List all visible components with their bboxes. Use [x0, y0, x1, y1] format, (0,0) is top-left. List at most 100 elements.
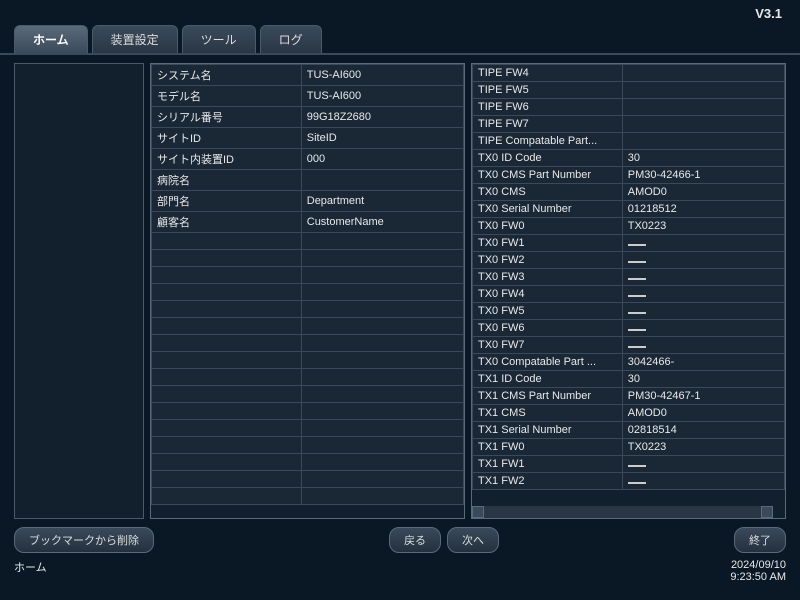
row-value: CustomerName — [301, 212, 463, 233]
table-row: TX0 FW0TX0223 — [473, 218, 785, 235]
row-label: TX0 CMS — [473, 184, 623, 201]
row-label: 部門名 — [152, 191, 302, 212]
exit-button[interactable]: 終了 — [734, 527, 786, 553]
table-row — [152, 437, 464, 454]
row-value — [301, 403, 463, 420]
row-value: 02818514 — [622, 422, 784, 439]
tab-2[interactable]: ツール — [182, 25, 256, 53]
table-row: TX0 FW4 — [473, 286, 785, 303]
row-label: TX1 CMS — [473, 405, 623, 422]
row-label: TIPE FW5 — [473, 82, 623, 99]
row-value — [301, 284, 463, 301]
row-value: AMOD0 — [622, 405, 784, 422]
row-label: TX0 FW5 — [473, 303, 623, 320]
row-label — [152, 284, 302, 301]
back-button[interactable]: 戻る — [389, 527, 441, 553]
row-label — [152, 403, 302, 420]
row-label: TX0 FW1 — [473, 235, 623, 252]
row-label: TX0 Compatable Part ... — [473, 354, 623, 371]
row-label — [152, 335, 302, 352]
table-row: TIPE Compatable Part... — [473, 133, 785, 150]
row-value — [622, 65, 784, 82]
row-value — [622, 252, 784, 269]
row-label — [152, 386, 302, 403]
row-label: 顧客名 — [152, 212, 302, 233]
row-value — [301, 233, 463, 250]
table-row — [152, 284, 464, 301]
table-row: TX0 FW2 — [473, 252, 785, 269]
table-row: サイト内装置ID000 — [152, 149, 464, 170]
row-label: シリアル番号 — [152, 107, 302, 128]
scroll-right-icon[interactable] — [761, 506, 773, 518]
table-row — [152, 250, 464, 267]
row-label: TIPE Compatable Part... — [473, 133, 623, 150]
next-button[interactable]: 次へ — [447, 527, 499, 553]
row-value — [301, 454, 463, 471]
tab-bar: ホーム装置設定ツールログ — [0, 25, 800, 55]
table-row — [152, 386, 464, 403]
table-row: TX0 FW5 — [473, 303, 785, 320]
system-info-table: システム名TUS-AI600モデル名TUS-AI600シリアル番号99G18Z2… — [150, 63, 465, 519]
table-row: TX0 CMS Part NumberPM30-42466-1 — [473, 167, 785, 184]
tab-0[interactable]: ホーム — [14, 25, 88, 53]
table-row — [152, 267, 464, 284]
row-label: TX0 CMS Part Number — [473, 167, 623, 184]
row-value: 000 — [301, 149, 463, 170]
scroll-left-icon[interactable] — [472, 506, 484, 518]
firmware-table: TIPE FW4TIPE FW5TIPE FW6TIPE FW7TIPE Com… — [471, 63, 786, 519]
table-row: TX1 FW0TX0223 — [473, 439, 785, 456]
row-label: TX0 FW7 — [473, 337, 623, 354]
row-value: TX0223 — [622, 439, 784, 456]
row-label: TIPE FW7 — [473, 116, 623, 133]
row-value: PM30-42467-1 — [622, 388, 784, 405]
version-label: V3.1 — [755, 6, 782, 21]
table-row: シリアル番号99G18Z2680 — [152, 107, 464, 128]
table-row — [152, 420, 464, 437]
row-value — [301, 437, 463, 454]
table-row: TIPE FW7 — [473, 116, 785, 133]
table-row: TX1 CMSAMOD0 — [473, 405, 785, 422]
table-row: TX1 ID Code30 — [473, 371, 785, 388]
row-value — [301, 420, 463, 437]
row-value — [622, 337, 784, 354]
row-label: TX0 Serial Number — [473, 201, 623, 218]
row-value — [301, 267, 463, 284]
row-value — [301, 318, 463, 335]
row-label: TIPE FW4 — [473, 65, 623, 82]
row-label — [152, 471, 302, 488]
row-label: TX0 FW2 — [473, 252, 623, 269]
table-row: TX0 Compatable Part ...3042466- — [473, 354, 785, 371]
table-row: TIPE FW5 — [473, 82, 785, 99]
table-row: TX0 ID Code30 — [473, 150, 785, 167]
row-label — [152, 420, 302, 437]
row-value — [622, 269, 784, 286]
row-label: TX0 FW6 — [473, 320, 623, 337]
row-value — [622, 456, 784, 473]
tab-3[interactable]: ログ — [260, 25, 322, 53]
bookmark-delete-button[interactable]: ブックマークから削除 — [14, 527, 154, 553]
row-label: TX1 FW1 — [473, 456, 623, 473]
table-row — [152, 471, 464, 488]
row-value — [301, 471, 463, 488]
status-datetime: 2024/09/109:23:50 AM — [730, 559, 786, 583]
table-row: TIPE FW4 — [473, 65, 785, 82]
nav-sidebar — [14, 63, 144, 519]
tab-1[interactable]: 装置設定 — [92, 25, 178, 53]
row-label: モデル名 — [152, 86, 302, 107]
table-row: 病院名 — [152, 170, 464, 191]
row-label: サイトID — [152, 128, 302, 149]
row-value — [301, 386, 463, 403]
table-row: サイトIDSiteID — [152, 128, 464, 149]
row-value: 30 — [622, 371, 784, 388]
table-row: TX0 FW6 — [473, 320, 785, 337]
row-value — [622, 320, 784, 337]
row-label: TX1 FW0 — [473, 439, 623, 456]
table-row: TX1 FW2 — [473, 473, 785, 490]
row-label: TX1 ID Code — [473, 371, 623, 388]
row-label: システム名 — [152, 65, 302, 86]
table-row: TX1 FW1 — [473, 456, 785, 473]
row-value — [622, 82, 784, 99]
table-row: 顧客名CustomerName — [152, 212, 464, 233]
horizontal-scrollbar[interactable] — [472, 506, 773, 518]
row-value — [301, 170, 463, 191]
